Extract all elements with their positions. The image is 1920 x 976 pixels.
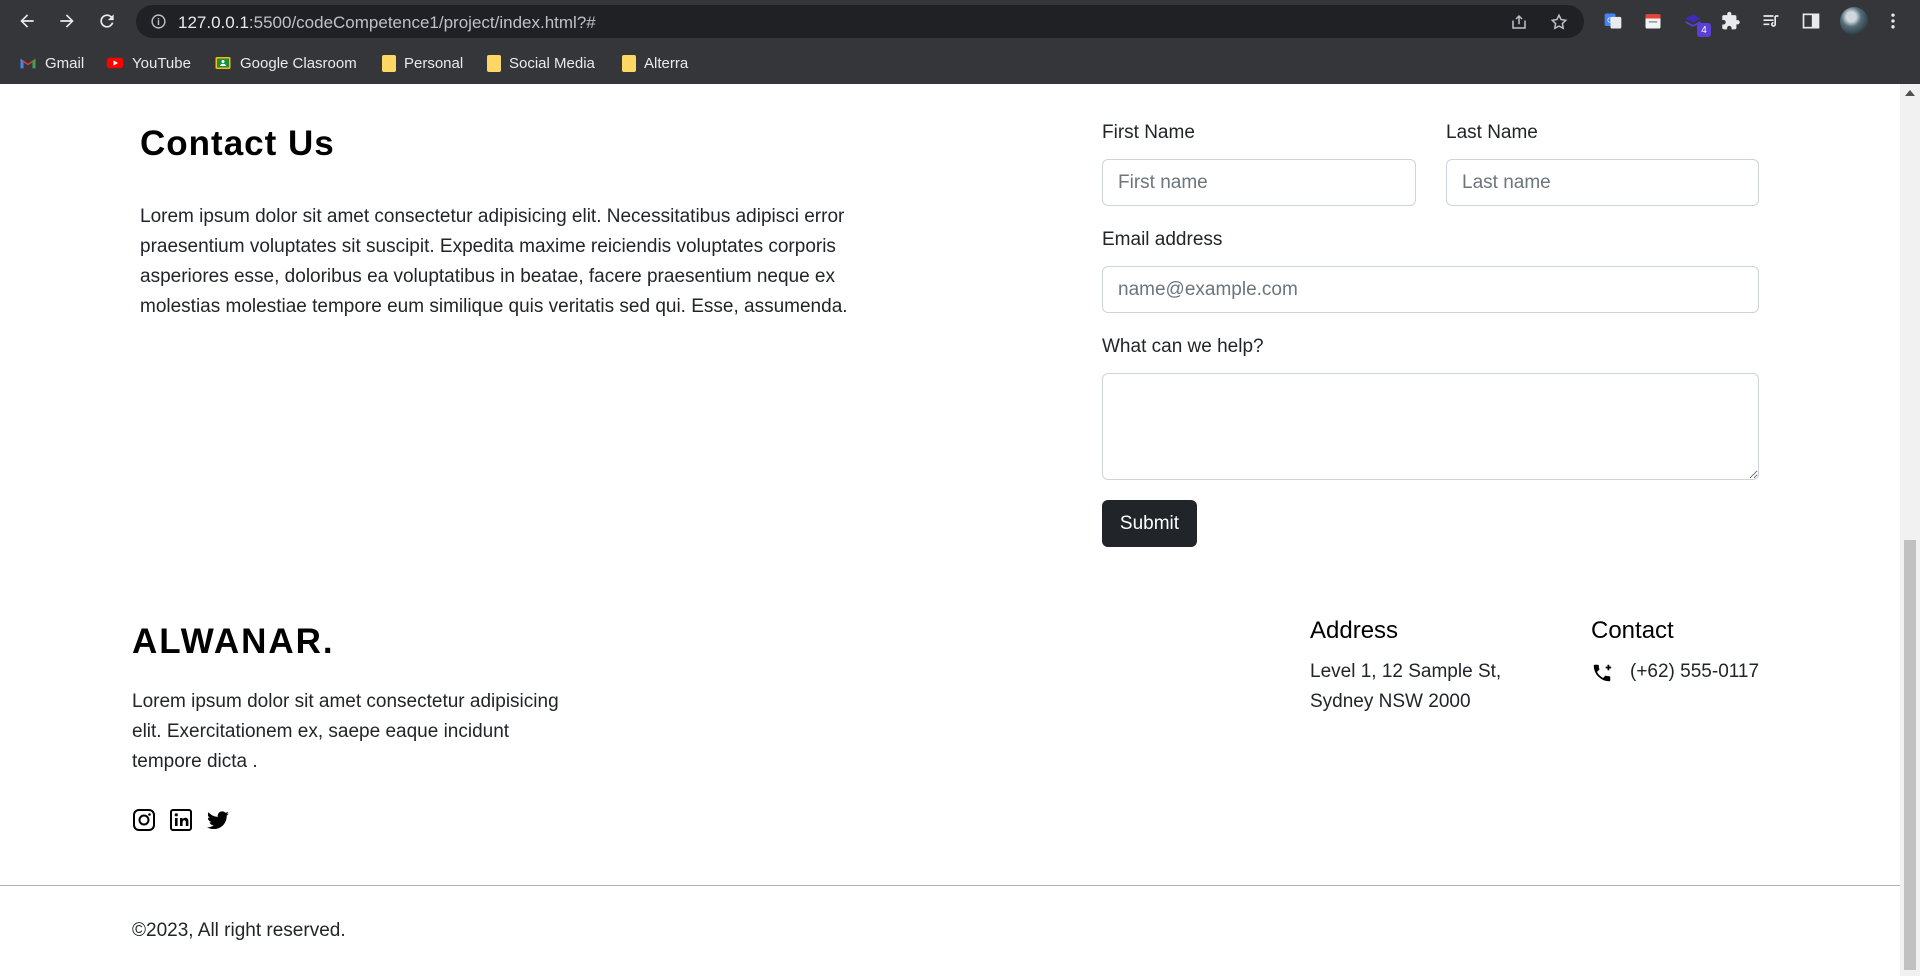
profile-avatar[interactable] [1840, 7, 1868, 35]
browser-toolbar: 127.0.0.1:5500/codeCompetence1/project/i… [0, 0, 1920, 42]
contact-phone: (+62) 555-0117 [1630, 661, 1760, 682]
first-name-input[interactable] [1102, 159, 1416, 206]
svg-text:G: G [1607, 17, 1612, 25]
address-line-2: Sydney NSW 2000 [1310, 691, 1471, 712]
arrow-right-icon [60, 14, 74, 28]
calendar-extension-icon[interactable] [1641, 9, 1665, 33]
bookmark-google-classroom[interactable]: Google Clasroom [214, 51, 357, 75]
first-name-label: First Name [1102, 122, 1195, 143]
help-label: What can we help? [1102, 336, 1264, 357]
last-name-input[interactable] [1446, 159, 1759, 206]
contact-column-title: Contact [1591, 617, 1674, 644]
share-icon[interactable] [1510, 13, 1528, 31]
url-path: :5500/codeCompetence1/project/index.html… [248, 13, 596, 32]
page-scrollbar[interactable] [1900, 84, 1920, 976]
scroll-up-arrow-icon[interactable] [1905, 90, 1915, 96]
address-title: Address [1310, 617, 1399, 644]
email-input[interactable] [1102, 266, 1759, 313]
page-content: Contact Us Lorem ipsum dolor sit amet co… [0, 84, 1920, 976]
submit-button[interactable]: Submit [1102, 500, 1197, 547]
star-icon[interactable] [1550, 13, 1568, 31]
url-text[interactable]: 127.0.0.1:5500/codeCompetence1/project/i… [178, 13, 596, 33]
bookmarks-bar: Gmail YouTube Google Clasroom Personal S… [0, 42, 1920, 84]
twitter-icon[interactable] [206, 808, 230, 832]
bookmark-label: Gmail [45, 54, 85, 72]
contact-description: Lorem ipsum dolor sit amet consectetur a… [140, 206, 848, 317]
reading-list-icon[interactable] [1759, 9, 1783, 33]
bookmark-label: Alterra [644, 54, 689, 72]
bookmark-personal[interactable]: Personal [382, 51, 463, 75]
bookmark-youtube[interactable]: YouTube [106, 51, 191, 75]
forward-button[interactable] [53, 7, 81, 35]
reload-icon [100, 14, 114, 28]
bookmark-label: Personal [404, 54, 464, 72]
folder-icon [622, 54, 636, 72]
footer-brand: ALWANAR. [132, 622, 335, 661]
folder-icon [487, 54, 501, 72]
classroom-icon [215, 57, 231, 69]
bookmark-label: YouTube [132, 54, 191, 72]
help-textarea[interactable] [1102, 373, 1759, 480]
menu-kebab-icon[interactable] [1881, 9, 1905, 33]
footer-brand-text: Lorem ipsum dolor sit amet consectetur a… [132, 691, 559, 772]
linkedin-icon[interactable] [169, 808, 193, 832]
copyright-text: ©2023, All right reserved. [132, 920, 346, 941]
browser-chrome: 127.0.0.1:5500/codeCompetence1/project/i… [0, 0, 1920, 84]
reload-button[interactable] [93, 7, 121, 35]
email-label: Email address [1102, 229, 1223, 250]
footer-divider [0, 885, 1900, 886]
phone-plus-icon [1593, 664, 1612, 682]
extension-badge: 4 [1697, 23, 1711, 37]
scrollbar-thumb[interactable] [1904, 540, 1916, 970]
url-host: 127.0.0.1 [178, 13, 249, 32]
address-bar[interactable]: 127.0.0.1:5500/codeCompetence1/project/i… [136, 5, 1584, 38]
youtube-icon [106, 57, 124, 69]
instagram-icon[interactable] [132, 808, 156, 832]
bookmark-social-media[interactable]: Social Media [487, 51, 595, 75]
side-panel-icon[interactable] [1799, 9, 1823, 33]
bookmark-label: Social Media [509, 54, 595, 72]
back-button[interactable] [13, 7, 41, 35]
contact-title: Contact Us [140, 124, 335, 163]
bookmark-gmail[interactable]: Gmail [19, 51, 84, 75]
bookmark-label: Google Clasroom [240, 54, 357, 72]
puzzle-icon[interactable] [1719, 9, 1743, 33]
address-line-1: Level 1, 12 Sample St, [1310, 661, 1502, 682]
arrow-left-icon [20, 14, 34, 28]
info-icon[interactable] [150, 13, 167, 30]
translate-extension-icon[interactable]: G [1601, 9, 1625, 33]
folder-icon [382, 54, 396, 72]
bookmark-alterra[interactable]: Alterra [622, 51, 688, 75]
last-name-label: Last Name [1446, 122, 1538, 143]
gmail-icon [20, 58, 36, 69]
